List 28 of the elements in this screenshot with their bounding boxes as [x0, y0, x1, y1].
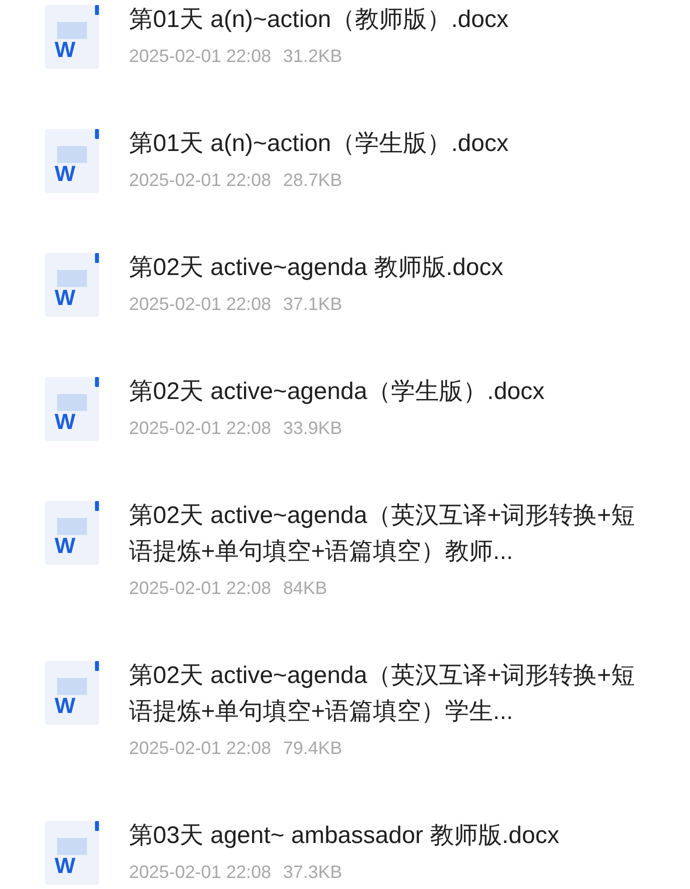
file-size: 31.2KB [283, 45, 342, 68]
file-date: 2025-02-01 22:08 [129, 45, 272, 68]
file-name[interactable]: 第01天 a(n)~action（学生版）.docx [129, 126, 649, 162]
file-name[interactable]: 第02天 active~agenda（英汉互译+词形转换+短语提炼+单句填空+语篇填空）教师... [129, 498, 649, 570]
file-size: 37.3KB [283, 861, 342, 884]
file-name[interactable]: 第02天 active~agenda 教师版.docx [129, 250, 649, 286]
file-date: 2025-02-01 22:08 [129, 861, 272, 884]
word-document-icon: W [45, 821, 101, 885]
file-name[interactable]: 第02天 active~agenda（英汉互译+词形转换+短语提炼+单句填空+语篇填空）学生... [129, 658, 649, 730]
file-date: 2025-02-01 22:08 [129, 737, 272, 760]
file-date: 2025-02-01 22:08 [129, 169, 272, 192]
file-size: 37.1KB [283, 293, 342, 316]
word-document-icon: W [45, 661, 101, 725]
word-document-icon: W [45, 5, 101, 69]
file-date: 2025-02-01 22:08 [129, 293, 272, 316]
word-document-icon: W [45, 501, 101, 565]
file-size: 84KB [283, 577, 328, 600]
file-date: 2025-02-01 22:08 [129, 417, 272, 440]
file-date: 2025-02-01 22:08 [129, 577, 272, 600]
file-name[interactable]: 第01天 a(n)~action（教师版）.docx [129, 2, 649, 38]
file-size: 28.7KB [283, 169, 342, 192]
file-size: 79.4KB [283, 737, 342, 760]
word-document-icon: W [45, 253, 101, 317]
file-size: 33.9KB [283, 417, 342, 440]
word-document-icon: W [45, 377, 101, 441]
file-name[interactable]: 第03天 agent~ ambassador 教师版.docx [129, 818, 649, 854]
file-name[interactable]: 第02天 active~agenda（学生版）.docx [129, 374, 649, 410]
word-document-icon: W [45, 129, 101, 193]
